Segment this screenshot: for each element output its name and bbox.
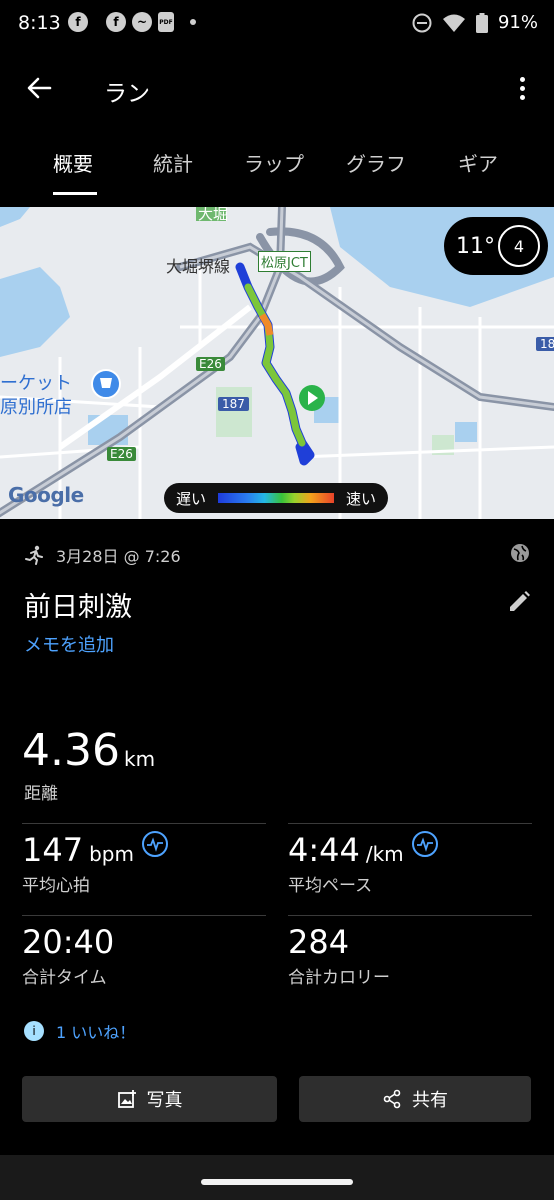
tab-graph[interactable]: グラフ	[346, 148, 406, 177]
active-tab-indicator	[53, 192, 97, 195]
stat-heart-rate: 147 bpm 平均心拍	[22, 831, 168, 896]
tab-bar: 概要 統計 ラップ グラフ ギア	[0, 140, 554, 198]
heart-rate-unit: bpm	[89, 842, 134, 866]
pace-value: 4:44	[288, 831, 360, 869]
page-title: ラン	[104, 81, 150, 107]
activity-title: 前日刺激	[24, 592, 132, 623]
road-shield: 18	[536, 337, 554, 351]
app-header: ラン	[0, 58, 554, 122]
tab-laps[interactable]: ラップ	[244, 148, 304, 177]
divider	[22, 915, 266, 916]
map-label: 大堀堺線	[166, 257, 231, 276]
pace-unit: /km	[365, 842, 404, 866]
pace-zone-icon[interactable]	[411, 831, 438, 857]
status-bar: 8:13 f f ~ PDF 91%	[0, 0, 554, 48]
moon-phase-icon: 4	[498, 225, 540, 267]
map-label: 松原JCT	[258, 251, 311, 272]
speed-legend-fast: 速い	[345, 490, 376, 508]
add-memo-link[interactable]: メモを追加	[24, 631, 114, 657]
map-label: 大堀	[198, 207, 229, 223]
map-label: ーケット	[0, 373, 72, 394]
running-icon	[25, 545, 43, 565]
dnd-icon	[412, 13, 432, 32]
share-button[interactable]: 共有	[299, 1076, 531, 1122]
home-gesture-handle[interactable]	[201, 1179, 353, 1185]
system-icons: 91%	[412, 12, 538, 33]
back-button[interactable]	[20, 68, 60, 108]
heart-rate-zone-icon[interactable]	[141, 831, 168, 857]
road-shield: E26	[107, 447, 136, 461]
likes-row[interactable]: i 1 いいね！	[24, 1019, 135, 1043]
divider	[288, 823, 532, 824]
stat-calories: 284 合計カロリー	[288, 923, 390, 988]
stat-pace: 4:44/km 平均ペース	[288, 831, 438, 896]
speed-gradient-bar	[218, 493, 334, 503]
more-options-button[interactable]	[510, 70, 534, 106]
wifi-icon	[442, 14, 465, 32]
battery-icon	[475, 12, 488, 33]
messenger-icon: ~	[132, 12, 152, 32]
map-label: 原別所店	[0, 397, 72, 418]
share-icon	[383, 1089, 401, 1109]
more-notifications-dot	[190, 19, 196, 25]
add-photo-label: 写真	[146, 1090, 183, 1111]
likes-count: 1 いいね！	[56, 1023, 136, 1042]
divider	[288, 915, 532, 916]
calories-label: 合計カロリー	[288, 968, 390, 988]
pdf-icon: PDF	[158, 12, 174, 32]
system-nav-bar	[0, 1155, 554, 1200]
status-time: 8:13	[18, 12, 61, 34]
thumbs-up-icon: i	[24, 1021, 44, 1041]
edit-icon[interactable]	[506, 589, 532, 615]
facebook-icon: f	[106, 12, 126, 32]
google-logo: Google	[8, 483, 84, 507]
road-shield: 187	[218, 397, 249, 411]
notification-icons: f f ~ PDF	[68, 12, 196, 32]
tab-overview[interactable]: 概要	[53, 148, 93, 177]
total-time-label: 合計タイム	[22, 968, 107, 988]
heart-rate-label: 平均心拍	[22, 876, 90, 896]
weather-badge: 11° 4	[444, 217, 548, 275]
route-map[interactable]: 大堀 大堀堺線 松原JCT ーケット 原別所店 E26 E26 187 18 1…	[0, 207, 554, 519]
tab-gear[interactable]: ギア	[458, 148, 498, 177]
add-photo-button[interactable]: 写真	[22, 1076, 277, 1122]
stat-total-time: 20:40 合計タイム	[22, 923, 114, 988]
share-label: 共有	[412, 1090, 448, 1111]
battery-percent: 91%	[497, 12, 538, 33]
temperature: 11°	[456, 233, 495, 259]
tab-stats[interactable]: 統計	[153, 148, 193, 177]
speed-legend: 遅い 速い	[164, 483, 388, 513]
heart-rate-value: 147	[22, 831, 84, 869]
pace-label: 平均ペース	[288, 876, 373, 896]
add-photo-icon	[117, 1090, 136, 1108]
distance-unit: km	[124, 747, 156, 771]
moon-phase-number: 4	[513, 236, 525, 256]
globe-icon[interactable]	[510, 543, 530, 563]
speed-legend-slow: 遅い	[176, 490, 207, 508]
activity-date: 3月28日 @ 7:26	[56, 547, 181, 566]
activity-date-row: 3月28日 @ 7:26	[24, 543, 181, 567]
distance-value: 4.36	[22, 725, 120, 776]
arrow-left-icon	[27, 77, 52, 99]
calories-value: 284	[288, 923, 350, 961]
road-shield: E26	[196, 357, 225, 371]
facebook-icon: f	[68, 12, 88, 32]
divider	[22, 823, 266, 824]
total-time-value: 20:40	[22, 923, 115, 961]
distance-label: 距離	[24, 784, 58, 804]
